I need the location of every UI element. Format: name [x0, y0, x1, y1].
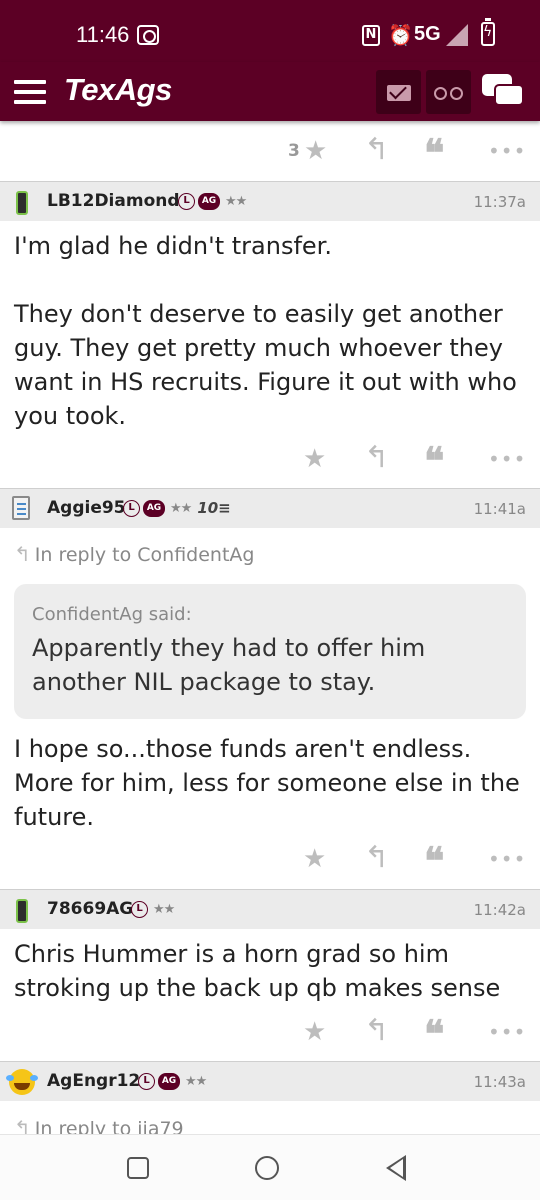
user-badges: L AG ★★: [138, 1073, 207, 1091]
post-header: AgEngr12 L AG ★★ 11:43a: [0, 1061, 540, 1101]
post-time: 11:43a: [473, 1073, 526, 1091]
rank-stars: ★★: [225, 194, 247, 209]
reply-icon[interactable]: ↰: [364, 135, 389, 165]
texags-logo[interactable]: TexAgs: [64, 72, 172, 108]
system-nav-bar: [0, 1134, 540, 1200]
rank-stars: ★★: [170, 501, 192, 516]
post-time: 11:41a: [473, 500, 526, 518]
nfc-icon: N: [362, 25, 380, 46]
post-time: 11:37a: [473, 193, 526, 211]
network-type: 5G: [414, 23, 441, 45]
license-badge: L: [178, 193, 195, 210]
post-actions: ★ ↰ ❝ •••: [0, 839, 540, 881]
post-body: I'm glad he didn't transfer. They don't …: [14, 232, 517, 430]
license-badge: L: [123, 500, 140, 517]
license-badge: L: [131, 901, 148, 918]
app-header: TexAgs: [0, 62, 540, 121]
username[interactable]: 78669AG: [47, 899, 133, 919]
phone-icon: [16, 899, 28, 923]
post-header: LB12Diamond L AG ★★ 11:37a: [0, 181, 540, 221]
more-icon[interactable]: •••: [488, 845, 526, 873]
watch-list-button[interactable]: [426, 70, 471, 114]
rank-stars: ★★: [185, 1074, 207, 1089]
status-time: 11:46: [76, 22, 130, 47]
envelope-icon: [387, 85, 411, 101]
phone-icon: [16, 191, 28, 215]
reply-icon[interactable]: ↰: [364, 443, 389, 473]
messages-button[interactable]: [376, 70, 421, 114]
post-actions: ★ ↰ ❝ •••: [0, 439, 540, 481]
back-icon[interactable]: [386, 1155, 406, 1181]
laughing-emoji-icon: [6, 1069, 35, 1095]
status-bar: 11:46 N ⏰ 5G: [0, 0, 540, 62]
recents-icon[interactable]: [127, 1157, 149, 1179]
reply-arrow-icon: ↰: [14, 542, 31, 566]
tenure-badge: 10≡: [197, 499, 231, 517]
quote-icon[interactable]: ❝: [424, 133, 444, 173]
user-badges: L ★★: [131, 901, 175, 919]
post-header: 78669AG L ★★ 11:42a: [0, 889, 540, 929]
signal-icon: [446, 24, 468, 46]
reply-icon[interactable]: ↰: [364, 1016, 389, 1046]
post-time: 11:42a: [473, 901, 526, 919]
user-badges: L AG ★★: [178, 193, 247, 211]
username[interactable]: LB12Diamond: [47, 191, 180, 211]
star-icon[interactable]: ★: [303, 845, 326, 873]
home-icon[interactable]: [255, 1156, 279, 1180]
star-icon[interactable]: ★: [303, 445, 326, 473]
binoculars-icon: [434, 87, 464, 101]
ag-badge: AG: [198, 193, 220, 210]
username[interactable]: AgEngr12: [47, 1071, 140, 1091]
star-icon[interactable]: ★: [303, 1018, 326, 1046]
more-icon[interactable]: •••: [488, 137, 526, 165]
reply-to-link[interactable]: ↰ In reply to jja79: [14, 1116, 184, 1134]
post-body: Chris Hummer is a horn grad so him strok…: [14, 940, 501, 1002]
reply-to-link[interactable]: ↰ In reply to ConfidentAg: [14, 542, 254, 566]
quoted-post: ConfidentAg said: Apparently they had to…: [14, 584, 526, 719]
screen-record-icon: [137, 25, 159, 45]
post-actions: ★ ↰ ❝ •••: [0, 1012, 540, 1054]
ag-badge: AG: [143, 500, 165, 517]
battery-charging-icon: [481, 18, 495, 46]
post-body: I hope so...those funds aren't endless. …: [14, 735, 528, 831]
more-icon[interactable]: •••: [488, 1018, 526, 1046]
user-badges: L AG ★★ 10≡: [123, 500, 231, 518]
reply-to-text: In reply to jja79: [34, 1118, 184, 1134]
reply-arrow-icon: ↰: [14, 1116, 31, 1134]
star-count: 3: [288, 141, 300, 161]
quote-text: Apparently they had to offer him another…: [32, 634, 426, 696]
quote-author: ConfidentAg said:: [32, 604, 192, 625]
more-icon[interactable]: •••: [488, 445, 526, 473]
star-icon[interactable]: ★: [304, 137, 327, 165]
quote-icon[interactable]: ❝: [424, 841, 444, 881]
chat-bubbles-icon[interactable]: [482, 74, 526, 110]
username[interactable]: Aggie95: [47, 498, 126, 518]
menu-icon[interactable]: [14, 80, 46, 104]
alarm-icon: ⏰: [388, 23, 413, 47]
quote-icon[interactable]: ❝: [424, 441, 444, 481]
license-badge: L: [138, 1073, 155, 1090]
ag-badge: AG: [158, 1073, 180, 1090]
post-actions: 3 ★ ↰ ❝ •••: [0, 131, 540, 173]
quote-icon[interactable]: ❝: [424, 1014, 444, 1054]
rank-stars: ★★: [153, 902, 175, 917]
notepad-icon: [12, 496, 30, 520]
post-header: Aggie95 L AG ★★ 10≡ 11:41a: [0, 488, 540, 528]
reply-to-text: In reply to ConfidentAg: [34, 544, 255, 566]
thread-content[interactable]: 3 ★ ↰ ❝ ••• LB12Diamond L AG ★★ 11:37a I'm…: [0, 121, 540, 1134]
reply-icon[interactable]: ↰: [364, 843, 389, 873]
